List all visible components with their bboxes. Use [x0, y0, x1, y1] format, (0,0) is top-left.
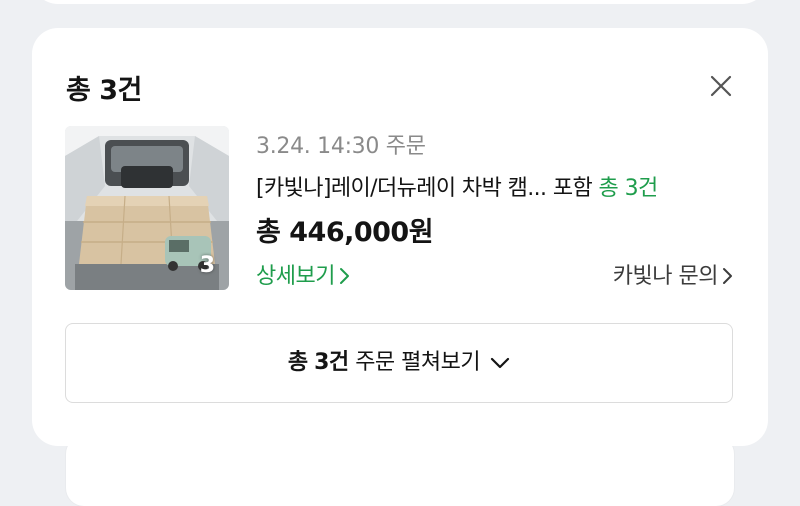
close-button[interactable] [706, 71, 736, 101]
product-title-row[interactable]: [카빛나]레이/더뉴레이 차박 캠... 포함 총 3건 [256, 170, 658, 202]
expand-count-value: 3건 [314, 350, 349, 375]
detail-link[interactable]: 상세보기 [256, 258, 351, 290]
order-count-prefix: 총 [66, 75, 91, 106]
seller-inquiry-link[interactable]: 카빛나 문의 [613, 258, 734, 290]
thumbnail-count-badge: 3 [199, 253, 215, 278]
order-date: 3.24. 14:30 주문 [256, 134, 426, 159]
expand-orders-button[interactable]: 총 3건 주문 펼쳐보기 [65, 323, 733, 403]
expand-count-prefix: 총 [287, 350, 308, 375]
order-price: 총 446,000원 [256, 217, 434, 248]
seller-inquiry-label: 카빛나 문의 [612, 264, 719, 289]
order-count-title: 총 3건 [66, 68, 142, 107]
close-icon [710, 75, 732, 97]
included-prefix: 포함 [552, 176, 593, 201]
chevron-right-icon [723, 268, 732, 284]
chevron-down-icon [491, 357, 510, 369]
order-card: 총 3건 3 3.24. 14:30 주문 [카빛나]레이/더뉴레이 차박 캠.… [32, 28, 768, 446]
product-thumbnail[interactable]: 3 [65, 126, 229, 290]
included-count: 총 3건 [598, 176, 659, 201]
previous-card-edge [32, 0, 768, 4]
chevron-right-icon [339, 268, 349, 284]
detail-link-label: 상세보기 [256, 264, 335, 289]
expand-label: 주문 펼쳐보기 [355, 350, 481, 375]
product-title: [카빛나]레이/더뉴레이 차박 캠... [256, 176, 547, 201]
order-count-value: 3건 [99, 75, 142, 106]
next-card-edge [66, 436, 734, 506]
